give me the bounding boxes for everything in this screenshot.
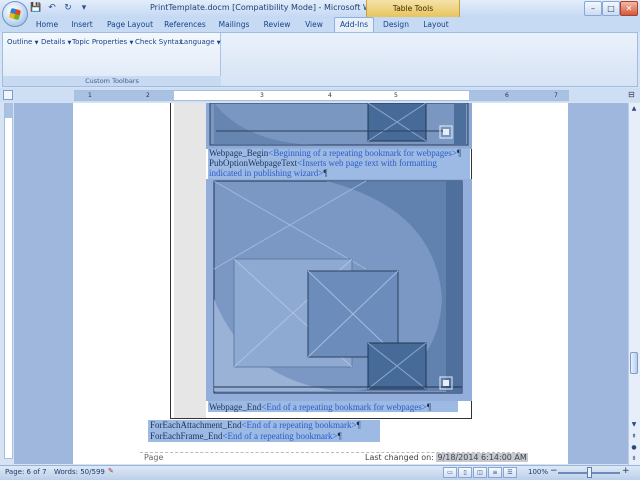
footer-page-label: Page	[144, 453, 164, 462]
webpage-begin-line[interactable]: Webpage_Begin<Beginning of a repeating b…	[209, 148, 461, 158]
language-label: Language	[180, 38, 215, 46]
pub-option-line[interactable]: PubOptionWebpageText<Inserts web page te…	[209, 158, 437, 168]
print-layout-icon[interactable]: ▭	[443, 467, 457, 478]
paragraph-mark: ¶	[323, 168, 328, 178]
pub-option-field[interactable]: PubOptionWebpageText	[209, 158, 297, 168]
language-button[interactable]: Language ▼	[180, 37, 221, 47]
web-layout-icon[interactable]: ◫	[473, 467, 487, 478]
group-label: Custom Toolbars	[3, 76, 221, 86]
paragraph-mark: ¶	[337, 431, 342, 441]
tab-design[interactable]: Design	[380, 18, 412, 32]
ruler-mark: 5	[394, 92, 398, 99]
tab-page-layout[interactable]: Page Layout	[106, 18, 154, 32]
draft-view-icon[interactable]: ☰	[503, 467, 517, 478]
minimize-button[interactable]: –	[584, 1, 602, 16]
tab-home[interactable]: Home	[34, 18, 60, 32]
tab-insert[interactable]: Insert	[68, 18, 96, 32]
tab-add-ins[interactable]: Add-Ins	[334, 17, 374, 33]
pub-option-line-2[interactable]: indicated in publishing wizard>¶	[209, 168, 327, 178]
outline-view-icon[interactable]: ≡	[488, 467, 502, 478]
dropdown-arrow-icon: ▼	[34, 40, 39, 46]
footer-last-changed: Last changed on: 9/18/2014 6:14:00 AM	[365, 453, 528, 462]
outline-label: Outline	[7, 38, 33, 46]
ruler-mark: 7	[554, 92, 558, 99]
customize-qat-icon[interactable]: ▾	[78, 3, 90, 14]
move-handle-icon[interactable]	[438, 375, 454, 393]
webpage-end-field[interactable]: Webpage_End	[209, 402, 261, 412]
paragraph-mark: ¶	[426, 402, 431, 412]
scroll-up-icon[interactable]: ▲	[629, 104, 639, 114]
redo-icon[interactable]: ↻	[62, 3, 74, 14]
paragraph-mark: ¶	[456, 148, 461, 158]
last-changed-value: 9/18/2014 6:14:00 AM	[436, 453, 528, 462]
webpage-image-top[interactable]	[206, 103, 472, 149]
topic-properties-button[interactable]: Topic Properties ▼	[72, 37, 133, 47]
window-title: PrintTemplate.docm [Compatibility Mode] …	[150, 3, 384, 12]
webpage-image-main[interactable]	[206, 179, 472, 401]
zoom-slider-thumb[interactable]	[587, 467, 592, 478]
save-icon[interactable]: 💾	[30, 3, 42, 14]
office-logo-icon	[8, 7, 22, 21]
word-count[interactable]: Words: 50/599	[54, 468, 105, 476]
ruler-mark: 3	[260, 92, 264, 99]
attachment-end-line[interactable]: ForEachAttachment_End<End of a repeating…	[150, 420, 361, 430]
last-changed-label: Last changed on:	[365, 453, 434, 462]
zoom-in-button[interactable]: +	[622, 466, 630, 476]
ruler-mark: 4	[328, 92, 332, 99]
dropdown-arrow-icon: ▼	[129, 40, 134, 46]
zoom-out-button[interactable]: −	[550, 466, 558, 476]
tab-review[interactable]: Review	[261, 18, 293, 32]
webpage-end-line[interactable]: Webpage_End<End of a repeating bookmark …	[209, 402, 431, 412]
webpage-begin-field[interactable]: Webpage_Begin	[209, 148, 268, 158]
tab-references[interactable]: References	[162, 18, 208, 32]
ruler-mark: 1	[88, 92, 92, 99]
page-count[interactable]: Page: 6 of 7	[5, 468, 47, 476]
attachment-end-field[interactable]: ForEachAttachment_End	[150, 420, 241, 430]
vertical-ruler[interactable]	[4, 103, 13, 459]
office-button[interactable]	[2, 1, 28, 27]
full-screen-reading-icon[interactable]: ▯	[458, 467, 472, 478]
ruler-mark: 6	[505, 92, 509, 99]
frame-end-note: <End of a repeating bookmark>	[222, 431, 338, 441]
context-tools-label: Table Tools	[366, 0, 460, 17]
ruler-mark: 2	[146, 92, 150, 99]
details-button[interactable]: Details ▼	[41, 37, 71, 47]
webpage-end-note: <End of a repeating bookmark for webpage…	[261, 402, 427, 412]
dropdown-arrow-icon: ▼	[216, 40, 221, 46]
previous-page-icon[interactable]: ⇞	[629, 432, 639, 442]
undo-icon[interactable]: ↶	[46, 3, 58, 14]
check-syntax-button[interactable]: Check Syntax	[135, 37, 183, 47]
close-button[interactable]: ✕	[620, 1, 638, 16]
details-label: Details	[41, 38, 66, 46]
webpage-begin-note: <Beginning of a repeating bookmark for w…	[268, 148, 457, 158]
tab-mailings[interactable]: Mailings	[216, 18, 252, 32]
move-handle-icon[interactable]	[438, 124, 454, 142]
vertical-scrollbar[interactable]	[628, 103, 640, 465]
frame-end-field[interactable]: ForEachFrame_End	[150, 431, 222, 441]
outline-button[interactable]: Outline ▼	[7, 37, 38, 47]
scrollbar-thumb[interactable]	[630, 352, 638, 374]
dropdown-arrow-icon: ▼	[67, 40, 72, 46]
pub-option-note: <Inserts web page text with formatting	[297, 158, 437, 168]
tab-selector[interactable]	[3, 90, 13, 100]
tab-view[interactable]: View	[302, 18, 326, 32]
paragraph-mark: ¶	[356, 420, 361, 430]
tab-layout[interactable]: Layout	[420, 18, 452, 32]
frame-end-line[interactable]: ForEachFrame_End<End of a repeating book…	[150, 431, 342, 441]
view-ruler-icon[interactable]: ⊟	[628, 90, 638, 102]
vertical-ruler-margin	[5, 104, 12, 118]
maximize-button[interactable]: □	[602, 1, 620, 16]
browse-object-icon[interactable]: ●	[629, 443, 639, 453]
attachment-end-note: <End of a repeating bookmark>	[241, 420, 357, 430]
scroll-down-icon[interactable]: ▼	[629, 420, 639, 430]
zoom-level[interactable]: 100%	[528, 468, 548, 476]
topic-properties-label: Topic Properties	[72, 38, 128, 46]
pub-option-note-cont: indicated in publishing wizard>	[209, 168, 324, 178]
proofing-icon[interactable]: ✎	[108, 467, 118, 477]
next-page-icon[interactable]: ⇟	[629, 454, 639, 464]
